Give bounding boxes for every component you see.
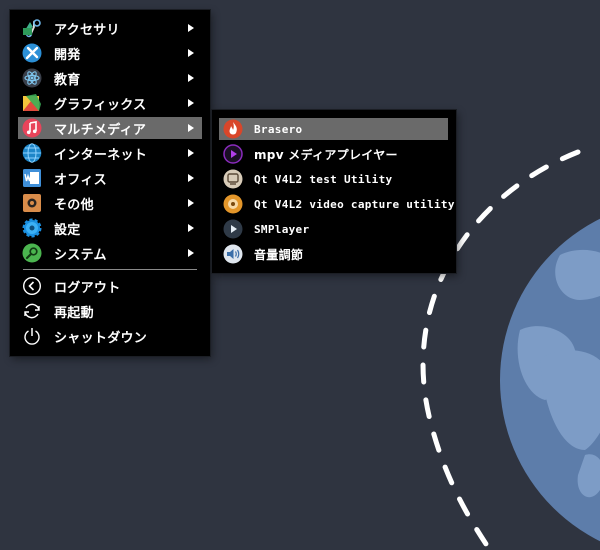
submenu-item-volume-control[interactable]: 音量調節 [219, 243, 448, 265]
menu-item-label: インターネット [54, 147, 148, 163]
logout-icon [22, 276, 42, 296]
menu-item-label: 開発 [54, 47, 81, 63]
menu-item-label: ログアウト [54, 280, 121, 296]
submenu-item-label: Brasero [254, 122, 303, 136]
office-icon [22, 168, 42, 188]
menu-item-multimedia[interactable]: マルチメディア [18, 117, 202, 139]
education-icon [22, 68, 42, 88]
graphics-icon [22, 93, 42, 113]
menu-item-label: グラフィックス [54, 97, 147, 113]
other-icon [22, 193, 42, 213]
menu-item-development[interactable]: 開発 [18, 42, 202, 64]
mpv-icon [223, 144, 243, 164]
submenu-item-qt-v4l2-test[interactable]: Qt V4L2 test Utility [219, 168, 448, 190]
qt-v4l2-capture-icon [223, 194, 243, 214]
development-icon [22, 43, 42, 63]
qt-v4l2-test-icon [223, 169, 243, 189]
internet-icon [22, 143, 42, 163]
submenu-item-brasero[interactable]: Brasero [219, 118, 448, 140]
submenu-arrow-icon [188, 224, 194, 232]
menu-item-label: 再起動 [54, 305, 94, 321]
volume-control-icon [223, 244, 243, 264]
submenu-arrow-icon [188, 74, 194, 82]
menu-item-label: オフィス [54, 172, 107, 188]
shutdown-icon [22, 326, 42, 346]
submenu-item-qt-v4l2-capture[interactable]: Qt V4L2 video capture utility [219, 193, 454, 215]
submenu-item-label: mpv メディアプレイヤー [254, 147, 398, 162]
menu-separator [23, 269, 197, 270]
multimedia-submenu: Brasero mpv メディアプレイヤー Qt V4L2 test Utili… [212, 110, 456, 273]
menu-item-other[interactable]: その他 [18, 192, 202, 214]
menu-item-label: 教育 [54, 72, 81, 88]
menu-item-label: シャットダウン [54, 330, 148, 346]
submenu-item-smplayer[interactable]: SMPlayer [219, 218, 448, 240]
menu-item-graphics[interactable]: グラフィックス [18, 92, 202, 114]
menu-item-internet[interactable]: インターネット [18, 142, 202, 164]
accessories-icon [22, 18, 42, 38]
submenu-item-label: Qt V4L2 test Utility [254, 172, 393, 186]
restart-icon [22, 301, 42, 321]
menu-item-office[interactable]: オフィス [18, 167, 202, 189]
menu-item-logout[interactable]: ログアウト [18, 275, 202, 297]
submenu-item-mpv[interactable]: mpv メディアプレイヤー [219, 143, 448, 165]
multimedia-icon [22, 118, 42, 138]
submenu-arrow-icon [188, 124, 194, 132]
submenu-item-label: 音量調節 [254, 247, 304, 262]
menu-item-label: アクセサリ [54, 22, 120, 38]
application-menu: アクセサリ 開発 教育 グラフィックス マルチメディア インターネット オフィス… [10, 10, 210, 356]
submenu-arrow-icon [188, 174, 194, 182]
submenu-arrow-icon [188, 49, 194, 57]
menu-item-restart[interactable]: 再起動 [18, 300, 202, 322]
submenu-arrow-icon [188, 99, 194, 107]
menu-item-settings[interactable]: 設定 [18, 217, 202, 239]
menu-item-label: 設定 [54, 222, 81, 238]
submenu-item-label: Qt V4L2 video capture utility [254, 197, 455, 211]
menu-item-shutdown[interactable]: シャットダウン [18, 325, 202, 347]
menu-item-accessories[interactable]: アクセサリ [18, 17, 202, 39]
submenu-arrow-icon [188, 199, 194, 207]
smplayer-icon [223, 219, 243, 239]
submenu-arrow-icon [188, 249, 194, 257]
brasero-icon [223, 119, 243, 139]
menu-item-label: システム [54, 247, 107, 263]
system-icon [22, 243, 42, 263]
menu-item-label: マルチメディア [54, 122, 147, 138]
settings-icon [22, 218, 42, 238]
submenu-arrow-icon [188, 24, 194, 32]
submenu-item-label: SMPlayer [254, 222, 310, 236]
submenu-arrow-icon [188, 149, 194, 157]
menu-item-system[interactable]: システム [18, 242, 202, 264]
menu-item-education[interactable]: 教育 [18, 67, 202, 89]
menu-item-label: その他 [54, 197, 94, 213]
